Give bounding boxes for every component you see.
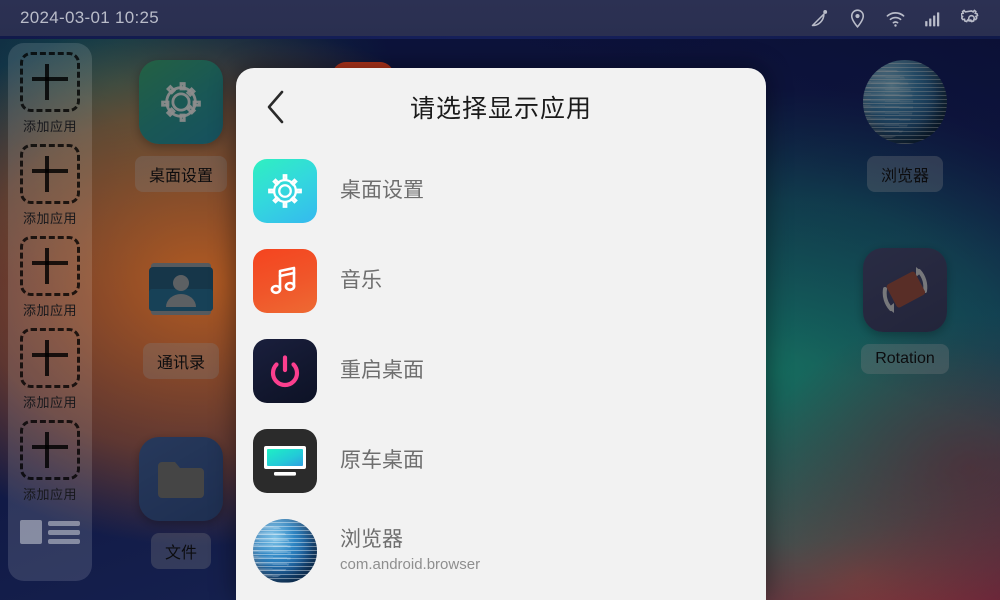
folder-icon (139, 437, 223, 521)
desktop-app-browser[interactable]: 浏览器 (850, 60, 960, 192)
desktop-app-rotation[interactable]: Rotation (850, 248, 960, 374)
music-note-icon-svg (270, 266, 296, 295)
desktop-app-settings[interactable]: 桌面设置 (126, 60, 236, 192)
clock: 2024-03-01 10:25 (20, 8, 160, 27)
list-item[interactable]: 音乐 (253, 236, 766, 326)
list-item-text: 原车桌面 (340, 449, 424, 474)
gear-icon-svg (161, 82, 201, 122)
dialog-title: 请选择显示应用 (409, 95, 592, 123)
desktop-app-label: 文件 (150, 533, 211, 569)
gear-icon (253, 159, 317, 223)
contacts-icon (139, 247, 223, 331)
wifi-icon[interactable] (885, 8, 906, 29)
sidebar-add-slot[interactable]: 添加应用 (8, 144, 92, 234)
app-list: 桌面设置 音乐 重启桌面 原车桌面 浏览器 com.android.browse… (236, 146, 766, 596)
sidebar-add-slot[interactable]: 添加应用 (8, 328, 92, 418)
app-name: 音乐 (340, 268, 382, 292)
plus-icon (20, 52, 80, 112)
monitor-icon-svg (264, 446, 306, 476)
sidebar-add-slot[interactable]: 添加应用 (8, 420, 92, 510)
sidebar-add-label: 添加应用 (22, 119, 77, 134)
layout-lines (48, 520, 80, 544)
layout-block (20, 520, 42, 544)
sidebar-add-slot[interactable]: 添加应用 (8, 236, 92, 326)
desktop-app-label: Rotation (861, 344, 949, 374)
list-item-text: 浏览器 com.android.browser (340, 528, 480, 573)
select-display-app-dialog: 请选择显示应用 桌面设置 音乐 重启桌面 原车桌面 浏览器 com.androi… (236, 68, 766, 600)
sidebar-add-slot[interactable]: 添加应用 (8, 52, 92, 142)
dialog-header: 请选择显示应用 (236, 68, 766, 146)
list-item-text: 重启桌面 (340, 359, 424, 384)
system-icons (809, 8, 982, 29)
desktop-app-label: 通讯录 (142, 343, 219, 379)
list-item[interactable]: 浏览器 com.android.browser (253, 506, 766, 596)
globe-icon-art (863, 60, 947, 144)
globe-icon-art (253, 519, 317, 583)
globe-icon (863, 60, 947, 144)
list-item-text: 音乐 (340, 269, 382, 294)
rotation-icon (863, 248, 947, 332)
power-icon-svg (270, 355, 300, 388)
status-bar: 2024-03-01 10:25 (0, 0, 1000, 36)
app-name: 重启桌面 (340, 358, 424, 382)
sidebar-add-label: 添加应用 (22, 303, 77, 318)
gear-icon-svg (268, 174, 302, 208)
monitor-icon (253, 429, 317, 493)
list-item[interactable]: 原车桌面 (253, 416, 766, 506)
screen: 桌面设置 通讯录 文件 浏览器 Rotation 添加应用 添加应用 添加应用 … (0, 0, 1000, 600)
back-button[interactable] (248, 79, 304, 135)
desktop-app-label: 浏览器 (866, 156, 943, 192)
music-note-icon (253, 249, 317, 313)
power-icon (253, 339, 317, 403)
rotation-icon-svg (882, 267, 928, 313)
list-item-text: 桌面设置 (340, 179, 424, 204)
desktop-app-label: 桌面设置 (134, 156, 227, 192)
sidebar-panel: 添加应用 添加应用 添加应用 添加应用 添加应用 (8, 43, 92, 581)
contacts-icon-svg (149, 263, 213, 315)
chevron-left-icon (267, 90, 284, 124)
folder-icon-svg (158, 462, 204, 498)
sidebar-add-label: 添加应用 (22, 395, 77, 410)
app-name: 浏览器 (340, 528, 403, 552)
list-item[interactable]: 重启桌面 (253, 326, 766, 416)
plus-icon (20, 328, 80, 388)
gear-icon (139, 60, 223, 144)
sidebar-add-label: 添加应用 (22, 487, 77, 502)
plus-icon (20, 420, 80, 480)
gear-icon[interactable] (961, 8, 982, 29)
list-item[interactable]: 桌面设置 (253, 146, 766, 236)
app-name: 桌面设置 (340, 178, 424, 202)
statusbar-underline (0, 36, 1000, 39)
signal-icon[interactable] (923, 8, 944, 29)
globe-icon (253, 519, 317, 583)
sidebar-add-label: 添加应用 (22, 211, 77, 226)
app-package: com.android.browser (340, 556, 481, 574)
layout-toggle-icon[interactable] (20, 518, 80, 546)
plus-icon (20, 144, 80, 204)
desktop-app-contacts[interactable]: 通讯录 (126, 247, 236, 379)
location-icon[interactable] (847, 8, 868, 29)
desktop-app-files[interactable]: 文件 (126, 437, 236, 569)
satellite-icon[interactable] (809, 8, 830, 29)
app-name: 原车桌面 (340, 448, 424, 472)
plus-icon (20, 236, 80, 296)
